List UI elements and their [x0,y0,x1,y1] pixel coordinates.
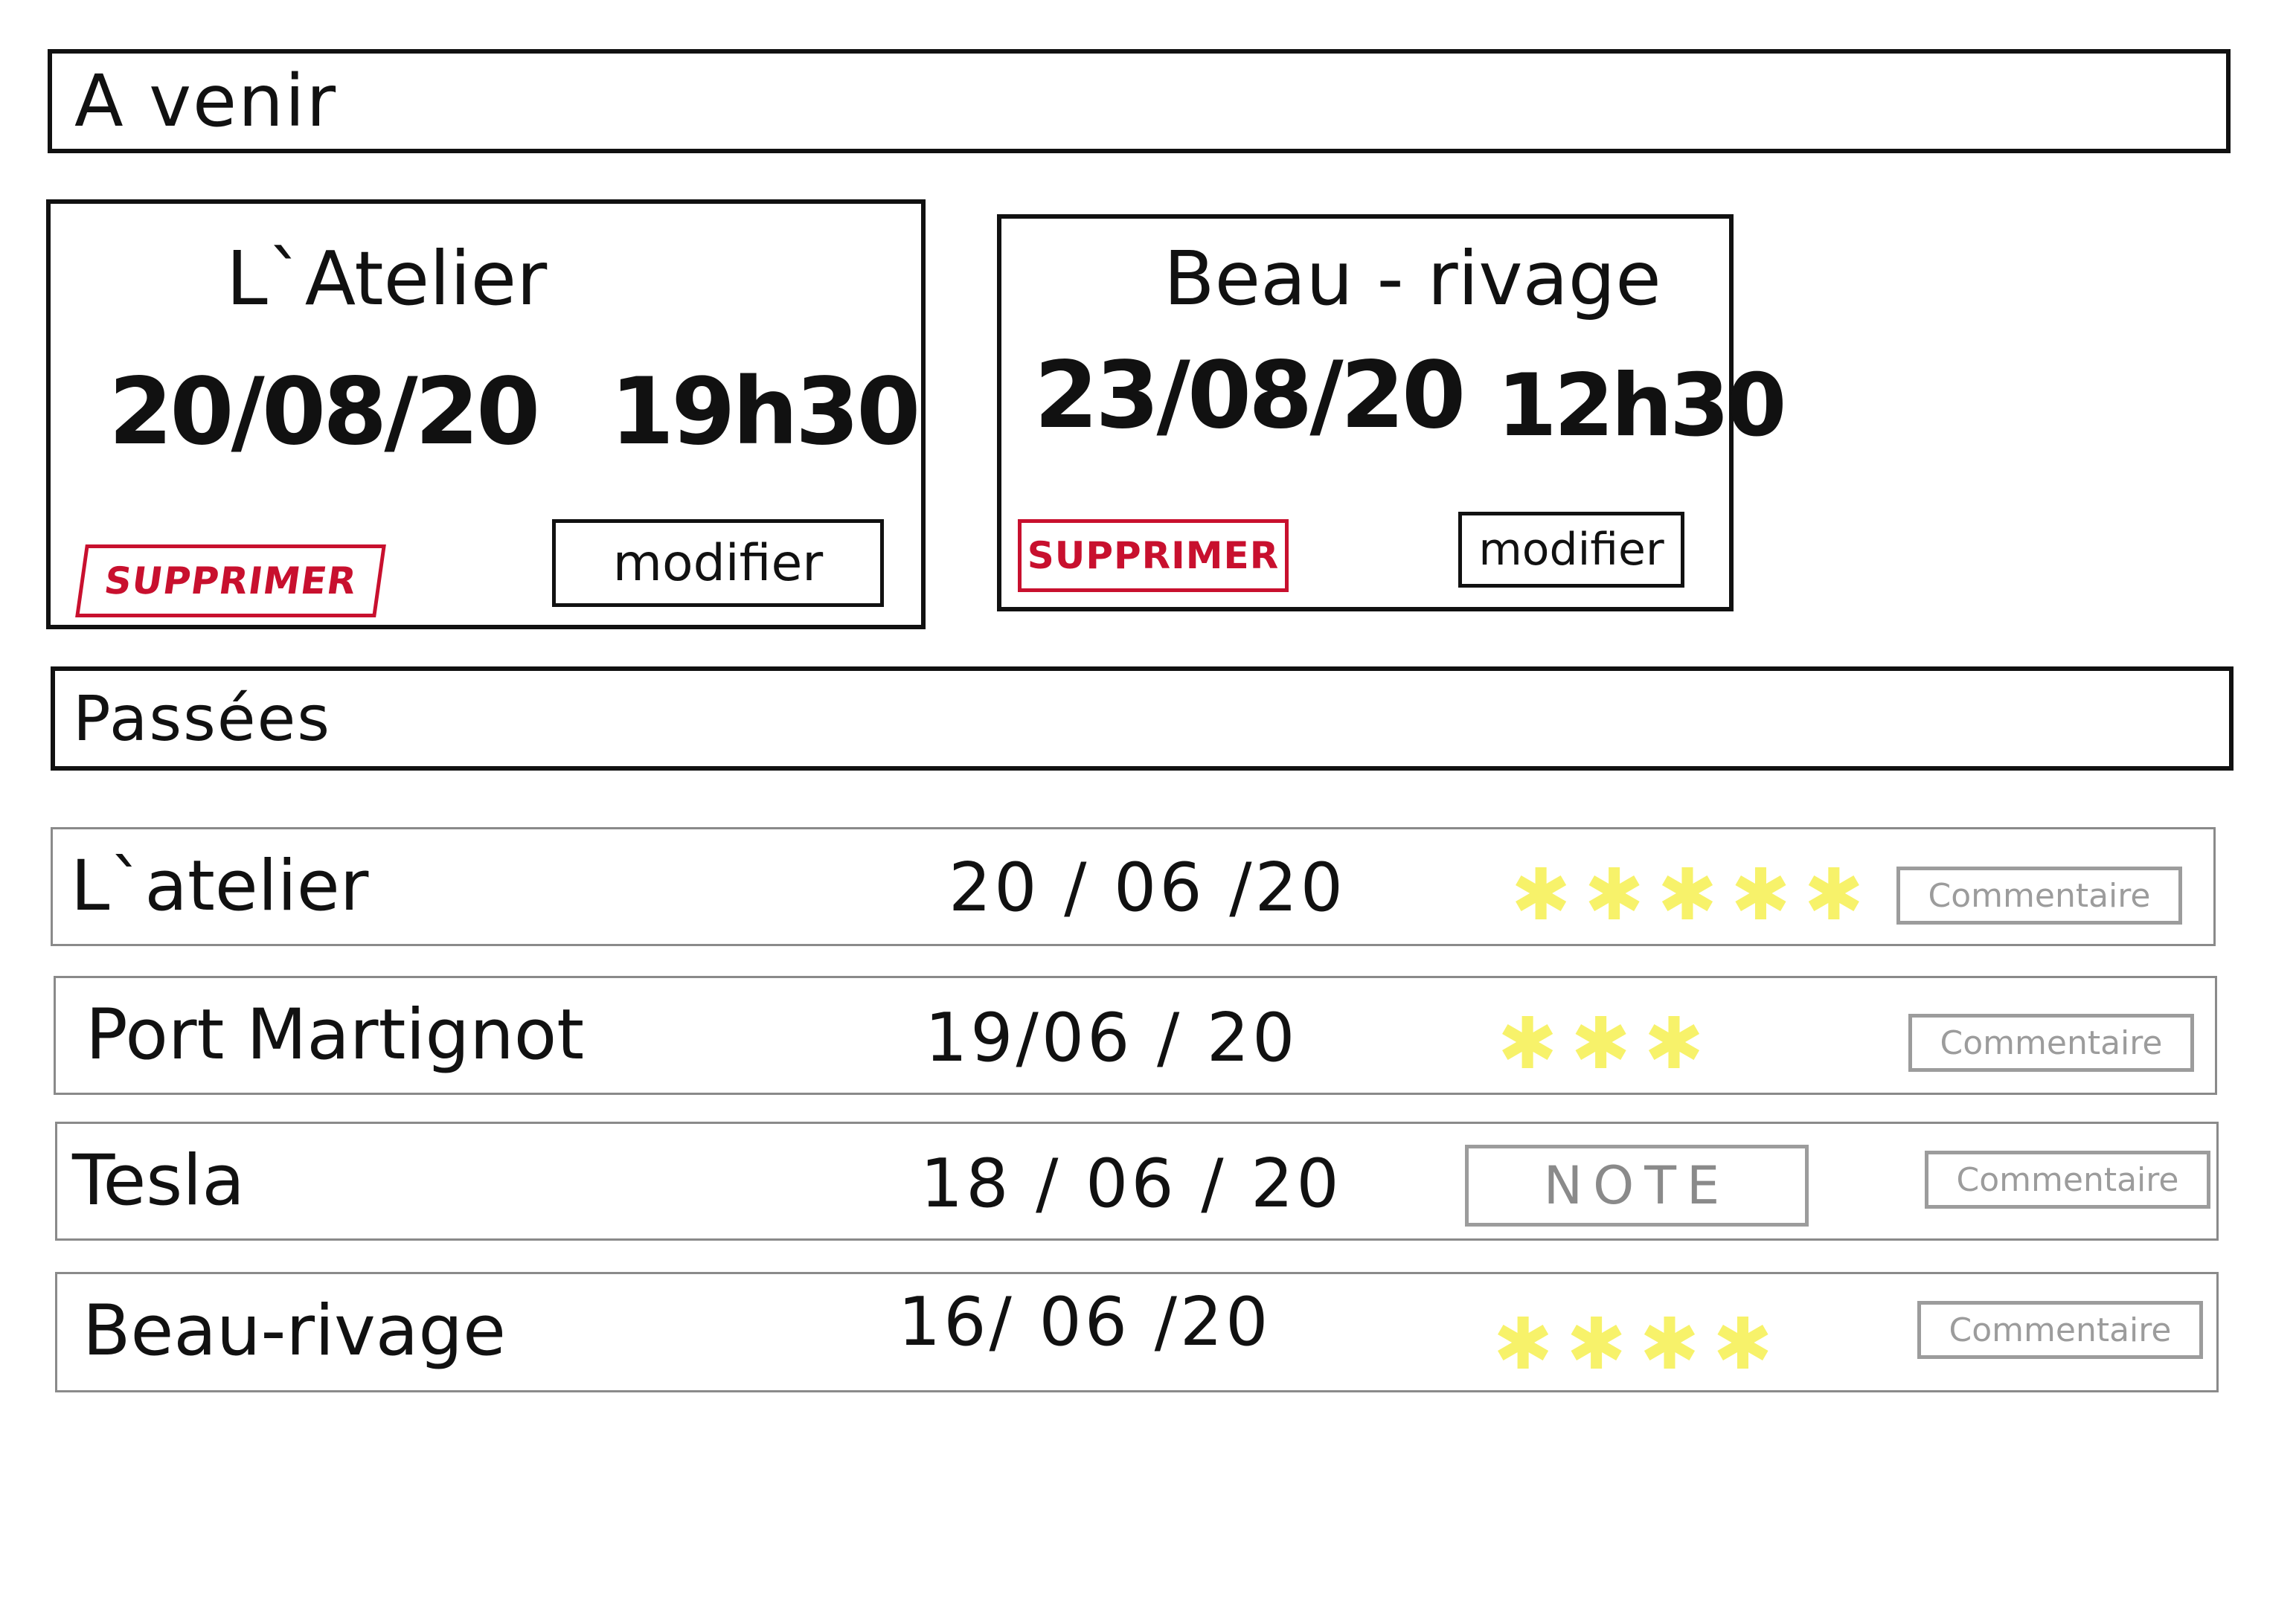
asterisk-star-icon: ✱ [1713,1302,1773,1386]
asterisk-star-icon: ✱ [1803,853,1864,936]
past-header: Passées [51,666,2234,771]
restaurant-name: Beau - rivage [1164,235,1661,322]
reservation-date: 20 / 06 /20 [949,849,1347,927]
reservation-time: 19h30 [610,359,920,466]
comment-button[interactable]: Commentaire [1917,1301,2203,1359]
edit-button[interactable]: modifier [552,519,884,607]
upcoming-title: A venir [74,60,338,143]
upcoming-card: L`Atelier 20/08/20 19h30 SUPPRIMER modif… [46,199,926,629]
delete-button[interactable]: SUPPRIMER [1018,519,1289,592]
past-title: Passées [73,682,332,755]
comment-button[interactable]: Commentaire [1896,867,2182,925]
asterisk-star-icon: ✱ [1639,1302,1700,1386]
comment-button[interactable]: Commentaire [1925,1151,2210,1209]
restaurant-name: L`Atelier [226,235,548,322]
asterisk-star-icon: ✱ [1498,1002,1558,1085]
rating-stars: ✱ ✱ ✱ ✱ [1493,1308,1773,1380]
reservation-date: 18 / 06 / 20 [920,1145,1342,1223]
past-reservation-row: Beau-rivage 16/ 06 /20 ✱ ✱ ✱ ✱ Commentai… [55,1272,2219,1392]
comment-button[interactable]: Commentaire [1908,1014,2194,1072]
past-reservation-row: Tesla 18 / 06 / 20 NOTE Commentaire [55,1122,2219,1241]
asterisk-star-icon: ✱ [1584,853,1644,936]
restaurant-name: L`atelier [71,846,369,927]
restaurant-name: Port Martignot [86,994,585,1076]
reservation-time: 12h30 [1497,356,1786,456]
asterisk-star-icon: ✱ [1566,1302,1626,1386]
past-reservation-row: Port Martignot 19/06 / 20 ✱ ✱ ✱ Commenta… [54,976,2217,1095]
delete-button[interactable]: SUPPRIMER [75,544,386,617]
upcoming-card: Beau - rivage 23/08/20 12h30 SUPPRIMER m… [997,214,1786,611]
asterisk-star-icon: ✱ [1657,853,1718,936]
asterisk-star-icon: ✱ [1571,1002,1631,1085]
reservation-date: 23/08/20 [1034,342,1466,449]
restaurant-name: Beau-rivage [83,1291,506,1372]
asterisk-star-icon: ✱ [1644,1002,1705,1085]
edit-button[interactable]: modifier [1458,512,1684,588]
rate-button[interactable]: NOTE [1465,1145,1809,1227]
asterisk-star-icon: ✱ [1731,853,1791,936]
asterisk-star-icon: ✱ [1511,853,1571,936]
upcoming-header: A venir [48,49,2231,153]
rating-stars: ✱ ✱ ✱ ✱ ✱ [1511,859,1864,931]
past-reservation-row: L`atelier 20 / 06 /20 ✱ ✱ ✱ ✱ ✱ Commenta… [51,827,2216,946]
asterisk-star-icon: ✱ [1493,1302,1553,1386]
rating-stars: ✱ ✱ ✱ [1498,1008,1704,1079]
restaurant-name: Tesla [72,1140,245,1221]
reservation-date: 20/08/20 [109,359,540,466]
reservation-date: 16/ 06 /20 [898,1283,1272,1361]
reservation-date: 19/06 / 20 [925,999,1298,1077]
